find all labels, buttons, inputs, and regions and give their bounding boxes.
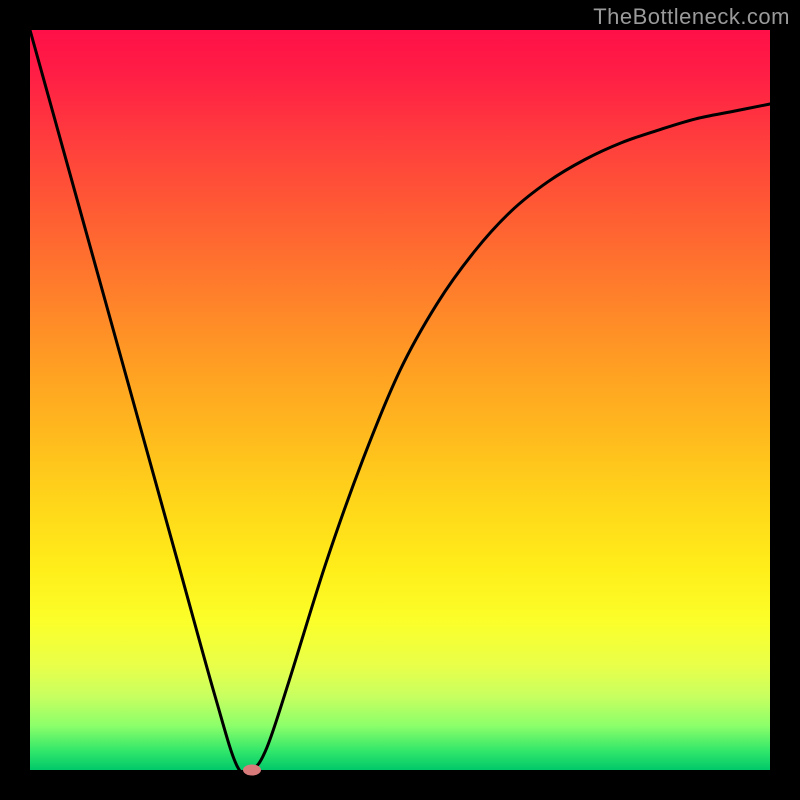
curve-svg (30, 30, 770, 770)
chart-frame: TheBottleneck.com (0, 0, 800, 800)
watermark-text: TheBottleneck.com (593, 4, 790, 30)
minimum-marker (243, 765, 261, 776)
plot-area (30, 30, 770, 770)
bottleneck-curve (30, 30, 770, 774)
